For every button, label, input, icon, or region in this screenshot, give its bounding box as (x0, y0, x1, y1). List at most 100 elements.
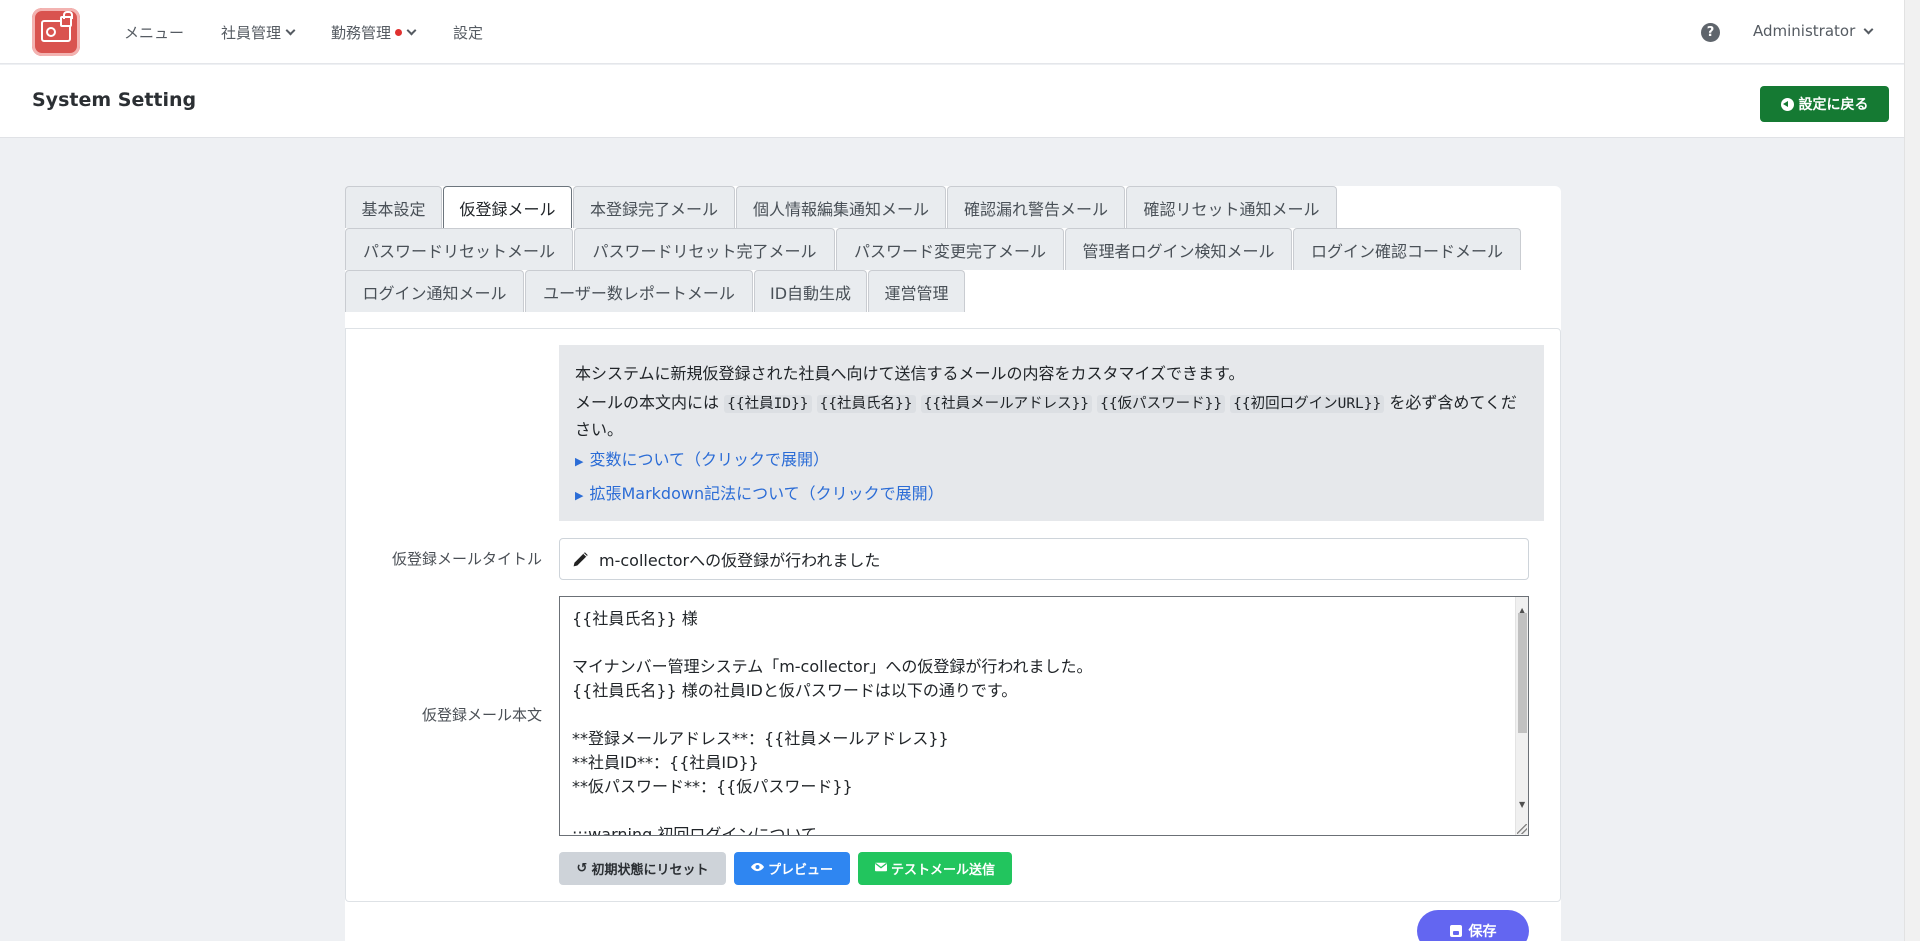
markdown-toggle[interactable]: ▶ 拡張Markdown記法について（クリックで展開） (575, 481, 1528, 509)
chevron-down-icon (406, 25, 417, 36)
resize-handle[interactable] (1517, 824, 1527, 834)
nav-attendance-label: 勤務管理 (331, 24, 392, 42)
variables-toggle[interactable]: ▶ 変数について（クリックで展開） (575, 447, 1528, 475)
nav-settings[interactable]: 設定 (453, 22, 483, 43)
reset-label: 初期状態にリセット (591, 863, 709, 878)
tab-password-reset-mail[interactable]: パスワードリセットメール (345, 228, 573, 270)
test-mail-label: テストメール送信 (890, 863, 995, 878)
user-menu[interactable]: Administrator (1753, 22, 1874, 40)
tab-user-count-report-mail[interactable]: ユーザー数レポートメール (525, 270, 753, 312)
tab-personal-info-edit-mail[interactable]: 個人情報編集通知メール (736, 186, 946, 228)
markdown-toggle-label: 拡張Markdown記法について（クリックで展開） (589, 484, 944, 503)
variable-code: {{社員氏名}} (816, 395, 916, 413)
variable-code: {{社員ID}} (724, 395, 812, 413)
help-icon[interactable]: ? (1701, 23, 1720, 42)
tab-label: 本登録完了メール (589, 199, 718, 219)
textarea-line: :::warning 初回ログインについて (572, 825, 817, 836)
pencil-icon (572, 551, 589, 568)
top-navbar: メニュー 社員管理 勤務管理 設定 ? Administrator (0, 0, 1904, 64)
mail-title-label: 仮登録メールタイトル (391, 550, 542, 568)
save-label: 保存 (1468, 924, 1497, 940)
info-prefix: メールの本文内には (575, 393, 720, 412)
tab-label: パスワードリセット完了メール (592, 241, 817, 261)
tab-password-change-complete-mail[interactable]: パスワード変更完了メール (836, 228, 1064, 270)
variable-code: {{仮パスワード}} (1097, 395, 1226, 413)
tab-label: ログイン通知メール (362, 283, 507, 303)
page-title: System Setting (32, 89, 197, 111)
textarea-line: マイナンバー管理システム「m-collector」への仮登録が行われました。 (572, 657, 1093, 676)
save-button[interactable]: 保存 (1417, 910, 1529, 941)
nav-menu-label: メニュー (124, 24, 185, 42)
tab-operations[interactable]: 運営管理 (868, 270, 965, 312)
tab-login-notify-mail[interactable]: ログイン通知メール (345, 270, 524, 312)
tab-id-auto-generate[interactable]: ID自動生成 (754, 270, 867, 312)
info-description: 本システムに新規仮登録された社員へ向けて送信するメールの内容をカスタマイズできま… (575, 364, 1245, 383)
nav-employees[interactable]: 社員管理 (221, 22, 296, 43)
nav-attendance[interactable]: 勤務管理 (331, 22, 417, 43)
tab-provisional-mail[interactable]: 仮登録メール (443, 186, 572, 228)
app-logo[interactable] (32, 8, 80, 56)
mail-body-textarea[interactable]: {{社員氏名}} 様 マイナンバー管理システム「m-collector」への仮登… (559, 596, 1529, 836)
tab-label: ログイン確認コードメール (1310, 241, 1503, 261)
tab-label: ユーザー数レポートメール (543, 283, 735, 303)
tab-label: 仮登録メール (459, 199, 556, 219)
preview-label: プレビュー (767, 863, 833, 878)
tab-label: 個人情報編集通知メール (752, 199, 929, 219)
nav-menu[interactable]: メニュー (124, 22, 184, 43)
reset-button[interactable]: ↺ 初期状態にリセット (559, 852, 726, 885)
tab-label: 運営管理 (884, 283, 949, 303)
chevron-down-icon (1863, 24, 1874, 34)
tab-login-code-mail[interactable]: ログイン確認コードメール (1293, 228, 1521, 270)
user-name: Administrator (1753, 22, 1856, 40)
floppy-disk-icon (1449, 925, 1462, 937)
variable-code: {{初回ログインURL}} (1230, 395, 1385, 413)
tab-label: 基本設定 (361, 199, 426, 219)
circle-arrow-left-icon (1780, 97, 1794, 111)
info-box: 本システムに新規仮登録された社員へ向けて送信するメールの内容をカスタマイズできま… (559, 345, 1544, 521)
tab-label: ID自動生成 (769, 283, 852, 303)
mail-body-label: 仮登録メール本文 (421, 706, 542, 724)
triangle-right-icon: ▶ (575, 455, 584, 468)
test-mail-button[interactable]: テストメール送信 (858, 852, 1012, 885)
tab-password-reset-complete-mail[interactable]: パスワードリセット完了メール (574, 228, 835, 270)
tab-label: パスワード変更完了メール (853, 241, 1046, 261)
textarea-line: **社員ID**：{{社員ID}} (572, 753, 759, 772)
page-scrollbar[interactable] (1904, 0, 1920, 941)
notification-dot (395, 29, 403, 36)
eye-icon (750, 861, 764, 876)
variable-code: {{社員メールアドレス}} (920, 395, 1093, 413)
mail-title-input[interactable]: m-collectorへの仮登録が行われました (559, 538, 1529, 580)
tab-label: 確認リセット通知メール (1143, 199, 1320, 219)
tab-admin-login-detect-mail[interactable]: 管理者ログイン検知メール (1065, 228, 1292, 270)
textarea-line: {{社員氏名}} 様の社員IDと仮パスワードは以下の通りです。 (572, 681, 1018, 700)
textarea-scrollbar[interactable]: ▲ ▼ (1515, 597, 1528, 835)
tab-label: 管理者ログイン検知メール (1082, 241, 1275, 261)
tab-missed-confirmation-mail[interactable]: 確認漏れ警告メール (947, 186, 1125, 228)
tab-label: 確認漏れ警告メール (963, 199, 1108, 219)
page-header: System Setting 設定に戻る (0, 65, 1904, 138)
tab-registration-complete-mail[interactable]: 本登録完了メール (573, 186, 735, 228)
textarea-line: **仮パスワード**：{{仮パスワード}} (572, 777, 853, 796)
textarea-line: **登録メールアドレス**：{{社員メールアドレス}} (572, 729, 949, 748)
lock-icon (60, 11, 73, 27)
variables-toggle-label: 変数について（クリックで展開） (589, 450, 829, 469)
chevron-down-icon (285, 25, 296, 36)
scroll-down-icon[interactable]: ▼ (1519, 793, 1525, 817)
tab-basic[interactable]: 基本設定 (345, 186, 442, 228)
envelope-icon (874, 861, 887, 876)
tab-confirmation-reset-mail[interactable]: 確認リセット通知メール (1126, 186, 1337, 228)
triangle-right-icon: ▶ (575, 489, 584, 502)
textarea-line (572, 631, 1508, 655)
undo-icon: ↺ (576, 861, 588, 876)
scrollbar-thumb[interactable] (1518, 613, 1527, 733)
textarea-line (572, 703, 1508, 727)
preview-button[interactable]: プレビュー (734, 852, 850, 885)
mail-title-value: m-collectorへの仮登録が行われました (599, 551, 881, 570)
back-to-settings-button[interactable]: 設定に戻る (1760, 86, 1889, 122)
textarea-line: {{社員氏名}} 様 (572, 609, 698, 628)
nav-employees-label: 社員管理 (221, 24, 282, 42)
tab-label: パスワードリセットメール (362, 241, 555, 261)
back-to-settings-label: 設定に戻る (1798, 97, 1869, 113)
textarea-line (572, 799, 1508, 823)
nav-settings-label: 設定 (453, 24, 484, 42)
